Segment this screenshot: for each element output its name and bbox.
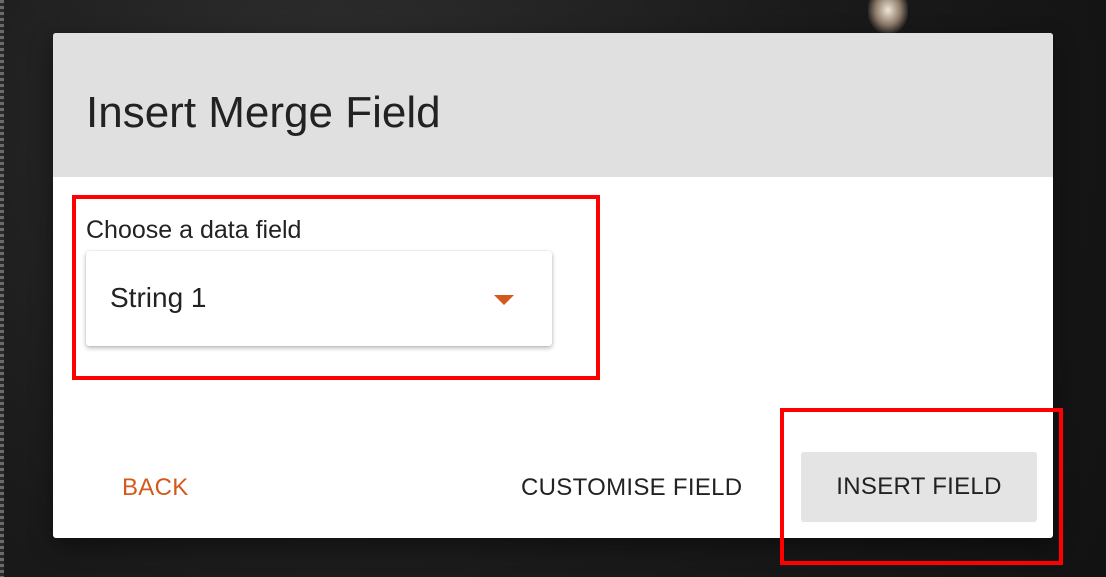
insert-merge-field-dialog: Insert Merge Field Choose a data field S…: [53, 33, 1053, 538]
background-edge: [0, 0, 4, 577]
background-candle: [868, 0, 908, 34]
insert-field-button[interactable]: INSERT FIELD: [801, 452, 1037, 522]
dialog-title: Insert Merge Field: [86, 88, 441, 137]
data-field-select-value: String 1: [110, 282, 207, 313]
dialog-header: Insert Merge Field: [53, 33, 1053, 177]
data-field-label: Choose a data field: [86, 216, 302, 244]
back-button[interactable]: BACK: [122, 474, 189, 502]
customise-field-button[interactable]: CUSTOMISE FIELD: [521, 474, 742, 502]
data-field-select[interactable]: String 1: [86, 251, 552, 346]
caret-down-icon: [494, 295, 514, 305]
